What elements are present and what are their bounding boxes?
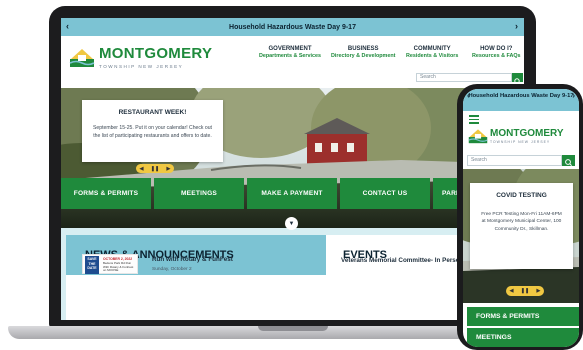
quick-links-bar: FORMS & PERMITS MEETINGS MAKE A PAYMENT … bbox=[61, 178, 524, 209]
nav-how-do-i[interactable]: HOW DO I? Resources & FAQs bbox=[472, 45, 521, 60]
announcement-title: RESTAURANT WEEK! bbox=[118, 109, 187, 116]
laptop-screen: ‹ Household Hazardous Waste Day 9-17 › M… bbox=[61, 18, 524, 320]
chevron-right-icon[interactable]: ▶ bbox=[536, 288, 540, 294]
laptop-notch bbox=[258, 326, 328, 331]
nav-government[interactable]: GOVERNMENT Departments & Services bbox=[259, 45, 321, 60]
nav-label: BUSINESS bbox=[347, 46, 379, 52]
phone-quick-link-forms-permits[interactable]: FORMS & PERMITS bbox=[467, 307, 579, 326]
search-icon bbox=[565, 159, 572, 166]
quick-link-forms-permits[interactable]: FORMS & PERMITS bbox=[61, 178, 151, 209]
chevron-down-icon: ▼ bbox=[288, 220, 295, 227]
nav-label: GOVERNMENT bbox=[268, 46, 312, 52]
nav-sublabel: Resources & FAQs bbox=[472, 53, 521, 60]
announcement-card[interactable]: RESTAURANT WEEK! September 15-25. Put it… bbox=[82, 100, 223, 162]
scroll-down-button[interactable]: ▼ bbox=[285, 217, 298, 230]
township-logo-icon[interactable] bbox=[468, 127, 488, 144]
phone-alert-text[interactable]: Household Hazardous Waste Day 9-17 bbox=[468, 93, 573, 99]
chevron-left-icon[interactable]: ‹ bbox=[467, 92, 470, 100]
phone-header: MONTGOMERY TOWNSHIP NEW JERSEY bbox=[463, 111, 579, 154]
thumbnail-text: Bedens Park Rd Run With Rotary & FunFest… bbox=[103, 261, 134, 273]
phone-hero-photo: COVID TESTING Free PCR Testing Mon-Fri 1… bbox=[463, 169, 579, 303]
phone-slider-controls[interactable]: ◀ ❚❚ ▶ bbox=[506, 286, 544, 296]
phone-quick-link-meetings[interactable]: MEETINGS bbox=[467, 328, 579, 347]
phone-alert-bar[interactable]: ‹ Household Hazardous Waste Day 9-17 › bbox=[463, 89, 579, 111]
quick-link-meetings[interactable]: MEETINGS bbox=[154, 178, 244, 209]
nav-sublabel: Directory & Development bbox=[331, 53, 396, 60]
quick-link-make-payment[interactable]: MAKE A PAYMENT bbox=[247, 178, 337, 209]
phone-logo-name[interactable]: MONTGOMERY bbox=[490, 128, 564, 139]
phone-search-button[interactable] bbox=[562, 155, 575, 166]
logo-name[interactable]: MONTGOMERY bbox=[99, 45, 212, 62]
slider-controls[interactable]: ◀ ❚❚ ▶ bbox=[136, 164, 174, 173]
nav-community[interactable]: COMMUNITY Residents & Visitors bbox=[406, 45, 458, 60]
nav-sublabel: Residents & Visitors bbox=[406, 53, 459, 60]
content-section: NEWS & ANNOUNCEMENTS EVENTS SAVE THE DAT… bbox=[61, 228, 524, 320]
phone-announcement-body: Free PCR Testing Mon-Fri 11AM-6PM at Mon… bbox=[481, 212, 562, 232]
hamburger-menu-icon[interactable] bbox=[469, 115, 479, 124]
nav-sublabel: Departments & Services bbox=[259, 53, 322, 60]
chevron-left-icon[interactable]: ◀ bbox=[510, 288, 514, 294]
chevron-right-icon[interactable]: ▶ bbox=[166, 166, 170, 172]
quick-link-contact-us[interactable]: CONTACT US bbox=[340, 178, 430, 209]
phone-search-input[interactable]: Search bbox=[467, 155, 562, 166]
news-thumbnail[interactable]: SAVE THE DATE OCTOBER 2, 2022 Bedens Par… bbox=[82, 254, 138, 274]
announcement-body: September 15-25. Put it on your calendar… bbox=[93, 125, 212, 139]
thumbnail-save-date: SAVE THE DATE bbox=[85, 256, 99, 274]
news-item-date: Sunday, October 2 bbox=[152, 267, 192, 272]
nav-business[interactable]: BUSINESS Directory & Development bbox=[331, 45, 395, 60]
nav-label: HOW DO I? bbox=[480, 46, 513, 52]
chevron-left-icon[interactable]: ◀ bbox=[140, 166, 144, 172]
chevron-right-icon[interactable]: › bbox=[572, 92, 575, 100]
township-logo-icon[interactable] bbox=[69, 46, 95, 68]
phone-announcement-title: COVID TESTING bbox=[496, 192, 547, 199]
pause-icon[interactable]: ❚❚ bbox=[151, 166, 159, 172]
search-button[interactable] bbox=[512, 73, 523, 85]
chevron-right-icon[interactable]: › bbox=[515, 21, 518, 31]
news-list bbox=[66, 275, 326, 320]
alert-bar[interactable]: ‹ Household Hazardous Waste Day 9-17 › bbox=[61, 18, 524, 36]
logo-subtitle: TOWNSHIP NEW JERSEY bbox=[99, 64, 184, 69]
pause-icon[interactable]: ❚❚ bbox=[521, 288, 529, 294]
site-header: MONTGOMERY TOWNSHIP NEW JERSEY GOVERNMEN… bbox=[61, 36, 524, 88]
phone-logo-subtitle: TOWNSHIP NEW JERSEY bbox=[490, 140, 551, 144]
alert-text[interactable]: Household Hazardous Waste Day 9-17 bbox=[229, 24, 356, 31]
phone-screen: ‹ Household Hazardous Waste Day 9-17 › M… bbox=[463, 89, 579, 347]
news-item-title[interactable]: Run with Rotary & FunFest bbox=[152, 256, 233, 263]
phone-announcement-card[interactable]: COVID TESTING Free PCR Testing Mon-Fri 1… bbox=[470, 183, 573, 269]
nav-label: COMMUNITY bbox=[413, 46, 451, 52]
chevron-left-icon[interactable]: ‹ bbox=[66, 21, 69, 31]
search-input[interactable]: Search bbox=[416, 73, 512, 82]
